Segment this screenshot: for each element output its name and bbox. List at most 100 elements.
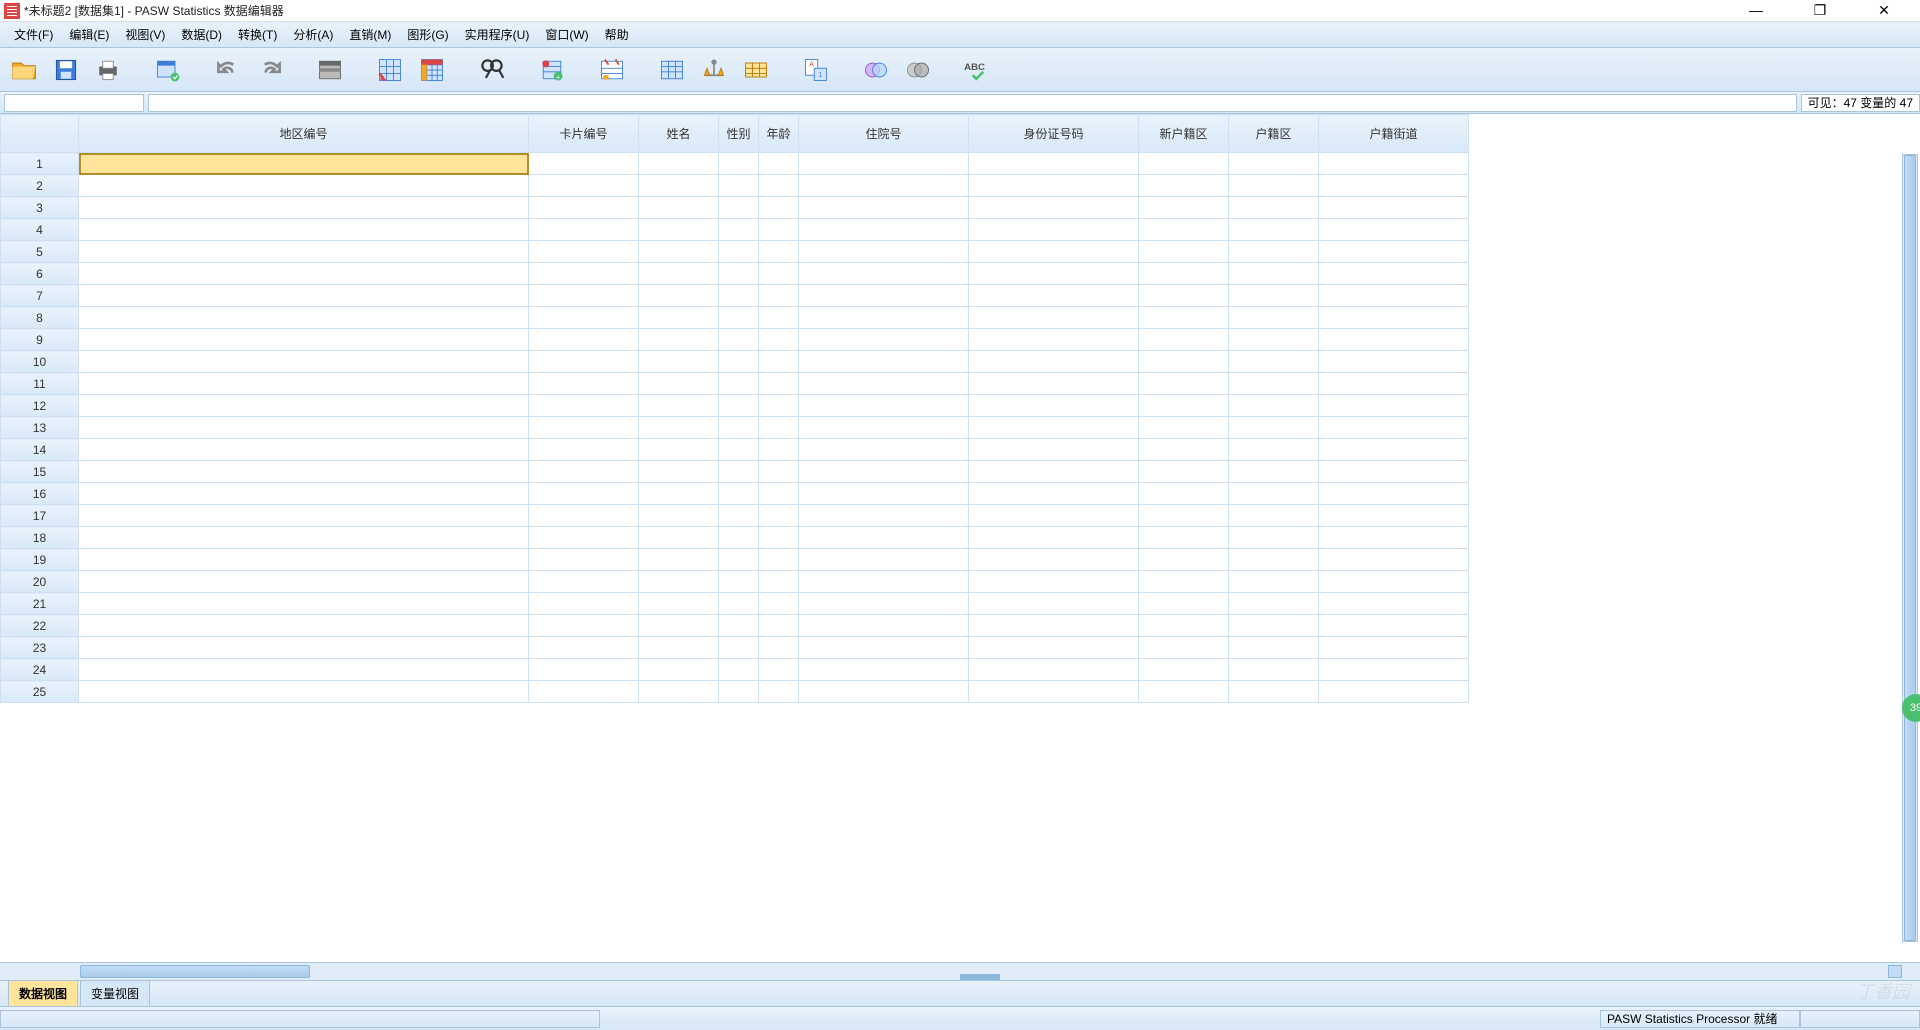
cell-r6-c9[interactable] — [1319, 263, 1469, 285]
cell-r10-c2[interactable] — [639, 351, 719, 373]
cell-r14-c2[interactable] — [639, 439, 719, 461]
value-labels-button[interactable] — [740, 54, 772, 86]
cell-r23-c4[interactable] — [759, 637, 799, 659]
maximize-button[interactable]: ❐ — [1800, 2, 1840, 19]
cell-r16-c2[interactable] — [639, 483, 719, 505]
cell-r3-c1[interactable] — [529, 197, 639, 219]
cell-r21-c3[interactable] — [719, 593, 759, 615]
cell-r19-c6[interactable] — [969, 549, 1139, 571]
cell-r25-c9[interactable] — [1319, 681, 1469, 703]
column-header-4[interactable]: 年龄 — [759, 115, 799, 153]
cell-r24-c4[interactable] — [759, 659, 799, 681]
cell-r16-c6[interactable] — [969, 483, 1139, 505]
minimize-button[interactable]: — — [1736, 2, 1776, 19]
cell-r25-c5[interactable] — [799, 681, 969, 703]
row-header-2[interactable]: 2 — [1, 175, 79, 197]
cell-r23-c7[interactable] — [1139, 637, 1229, 659]
cell-r7-c1[interactable] — [529, 285, 639, 307]
cell-r15-c1[interactable] — [529, 461, 639, 483]
cell-r6-c2[interactable] — [639, 263, 719, 285]
menu-5[interactable]: 分析(A) — [285, 23, 341, 46]
cell-r20-c0[interactable] — [79, 571, 529, 593]
cell-r15-c2[interactable] — [639, 461, 719, 483]
cell-r9-c6[interactable] — [969, 329, 1139, 351]
cell-r12-c1[interactable] — [529, 395, 639, 417]
cell-r18-c5[interactable] — [799, 527, 969, 549]
row-header-16[interactable]: 16 — [1, 483, 79, 505]
cell-r12-c6[interactable] — [969, 395, 1139, 417]
cell-r18-c4[interactable] — [759, 527, 799, 549]
cell-r16-c3[interactable] — [719, 483, 759, 505]
row-header-21[interactable]: 21 — [1, 593, 79, 615]
cell-r24-c1[interactable] — [529, 659, 639, 681]
cell-r14-c5[interactable] — [799, 439, 969, 461]
cell-r4-c4[interactable] — [759, 219, 799, 241]
spell-check-button[interactable]: ABC — [962, 54, 994, 86]
cell-r23-c1[interactable] — [529, 637, 639, 659]
cell-r19-c4[interactable] — [759, 549, 799, 571]
cell-r11-c7[interactable] — [1139, 373, 1229, 395]
cell-r1-c6[interactable] — [969, 153, 1139, 175]
cell-r12-c8[interactable] — [1229, 395, 1319, 417]
cell-r22-c1[interactable] — [529, 615, 639, 637]
cell-r14-c7[interactable] — [1139, 439, 1229, 461]
cell-r1-c4[interactable] — [759, 153, 799, 175]
cell-r7-c2[interactable] — [639, 285, 719, 307]
recall-dialog-button[interactable] — [152, 54, 184, 86]
save-button[interactable] — [50, 54, 82, 86]
cell-r14-c3[interactable] — [719, 439, 759, 461]
cell-r16-c1[interactable] — [529, 483, 639, 505]
close-button[interactable]: ✕ — [1864, 2, 1904, 19]
cell-r25-c4[interactable] — [759, 681, 799, 703]
cell-r19-c8[interactable] — [1229, 549, 1319, 571]
cell-r7-c7[interactable] — [1139, 285, 1229, 307]
cell-r21-c7[interactable] — [1139, 593, 1229, 615]
cell-r6-c7[interactable] — [1139, 263, 1229, 285]
cell-r16-c5[interactable] — [799, 483, 969, 505]
cell-r15-c8[interactable] — [1229, 461, 1319, 483]
cell-r24-c8[interactable] — [1229, 659, 1319, 681]
cell-r22-c8[interactable] — [1229, 615, 1319, 637]
menu-9[interactable]: 窗口(W) — [537, 23, 596, 46]
goto-case-button[interactable] — [314, 54, 346, 86]
cell-r14-c1[interactable] — [529, 439, 639, 461]
cell-r22-c6[interactable] — [969, 615, 1139, 637]
cell-r3-c0[interactable] — [79, 197, 529, 219]
cell-r14-c9[interactable] — [1319, 439, 1469, 461]
cell-r20-c5[interactable] — [799, 571, 969, 593]
menu-2[interactable]: 视图(V) — [117, 23, 173, 46]
cell-r12-c7[interactable] — [1139, 395, 1229, 417]
column-header-1[interactable]: 卡片编号 — [529, 115, 639, 153]
cell-r1-c0[interactable] — [79, 153, 529, 175]
cell-r16-c7[interactable] — [1139, 483, 1229, 505]
cell-r21-c8[interactable] — [1229, 593, 1319, 615]
cell-r15-c0[interactable] — [79, 461, 529, 483]
cell-r12-c3[interactable] — [719, 395, 759, 417]
cell-r17-c5[interactable] — [799, 505, 969, 527]
cell-r17-c9[interactable] — [1319, 505, 1469, 527]
cell-r14-c0[interactable] — [79, 439, 529, 461]
cell-r25-c0[interactable] — [79, 681, 529, 703]
cell-r20-c7[interactable] — [1139, 571, 1229, 593]
cell-r9-c3[interactable] — [719, 329, 759, 351]
cell-r2-c5[interactable] — [799, 175, 969, 197]
cell-r16-c9[interactable] — [1319, 483, 1469, 505]
cell-r8-c4[interactable] — [759, 307, 799, 329]
find-button[interactable] — [476, 54, 508, 86]
cell-r21-c1[interactable] — [529, 593, 639, 615]
cell-r11-c0[interactable] — [79, 373, 529, 395]
cell-r11-c5[interactable] — [799, 373, 969, 395]
corner-cell[interactable] — [1, 115, 79, 153]
cell-r6-c0[interactable] — [79, 263, 529, 285]
cell-r23-c9[interactable] — [1319, 637, 1469, 659]
row-header-19[interactable]: 19 — [1, 549, 79, 571]
cell-r10-c8[interactable] — [1229, 351, 1319, 373]
run-descriptives-button[interactable] — [416, 54, 448, 86]
cell-r2-c8[interactable] — [1229, 175, 1319, 197]
cell-r7-c9[interactable] — [1319, 285, 1469, 307]
cell-r24-c0[interactable] — [79, 659, 529, 681]
cell-r17-c8[interactable] — [1229, 505, 1319, 527]
cell-r7-c5[interactable] — [799, 285, 969, 307]
cell-r13-c6[interactable] — [969, 417, 1139, 439]
menu-4[interactable]: 转换(T) — [230, 23, 285, 46]
